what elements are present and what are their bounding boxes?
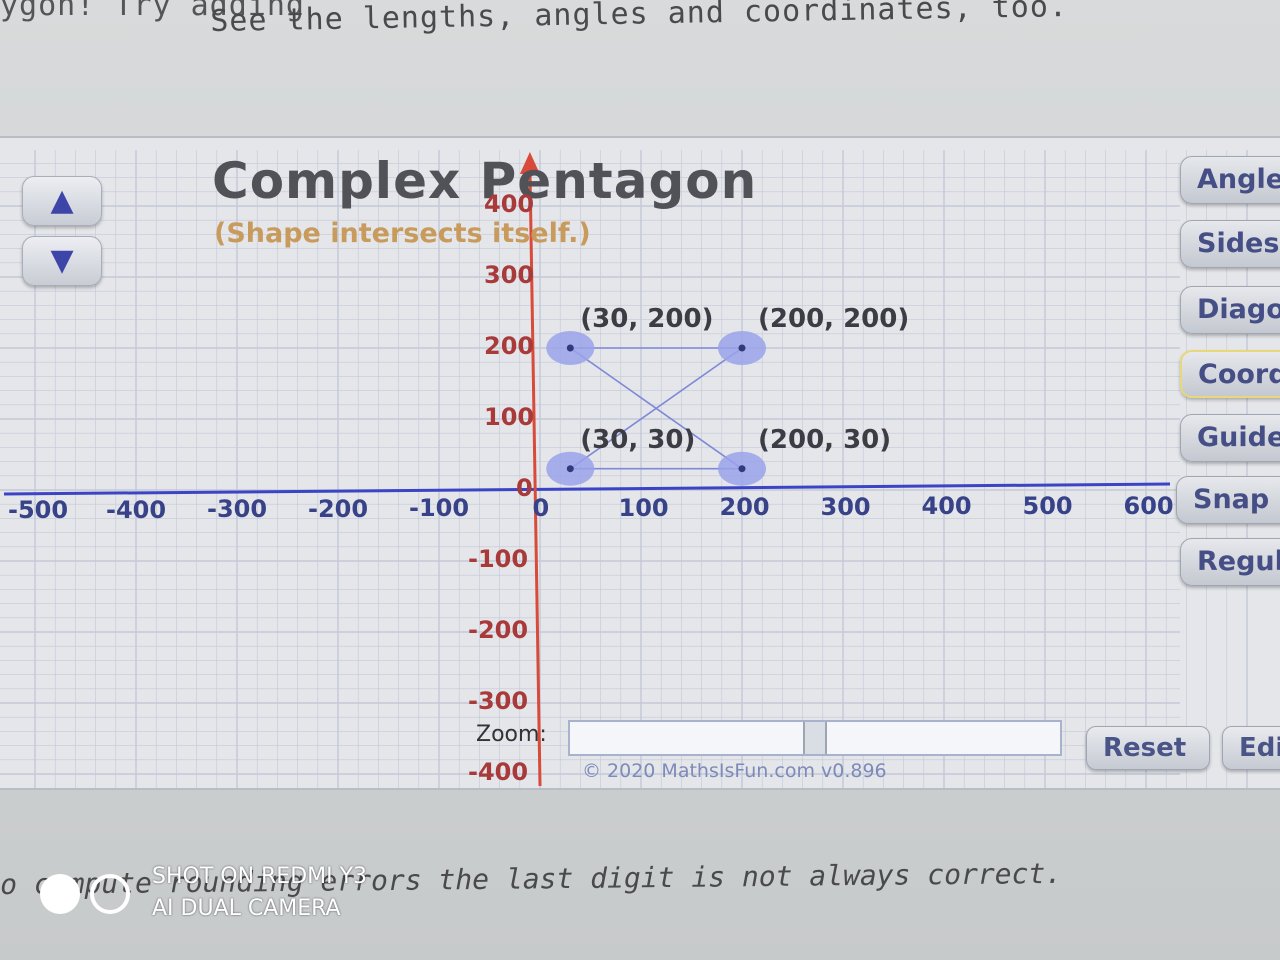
y-tick-label: -200 — [468, 616, 529, 644]
y-tick-label: 300 — [484, 261, 535, 289]
y-tick-label: -300 — [468, 687, 529, 715]
watermark-line2: AI DUAL CAMERA — [152, 896, 341, 921]
x-tick-label: 300 — [820, 492, 871, 521]
x-tick-label: -200 — [308, 494, 369, 523]
shape-prev-button[interactable]: ▲ — [22, 176, 102, 226]
vertex-coordinate-label: (30, 30) — [580, 424, 696, 455]
side-button-coordinates[interactable]: Coordinates — [1180, 350, 1280, 398]
vertex-coordinate-label: (30, 200) — [580, 304, 714, 334]
y-tick-label: 200 — [484, 332, 535, 360]
coordinate-graph[interactable] — [0, 0, 1280, 960]
y-tick-label: 400 — [484, 190, 535, 218]
side-button-angles[interactable]: Angles — [1180, 156, 1280, 204]
zoom-label: Zoom: — [476, 722, 547, 747]
side-button-regular[interactable]: Regular — [1180, 538, 1280, 586]
triangle-up-icon: ▲ — [50, 183, 74, 218]
x-tick-label: 0 — [532, 494, 550, 522]
copyright-text: © 2020 MathsIsFun.com v0.896 — [582, 760, 887, 782]
vertex-point — [738, 344, 746, 352]
x-tick-label: -100 — [409, 494, 470, 523]
edit-button[interactable]: Edit — [1222, 726, 1280, 770]
x-tick-label: -500 — [8, 496, 69, 524]
x-tick-label: 400 — [921, 492, 972, 521]
x-tick-label: 500 — [1022, 492, 1073, 520]
x-tick-label: 200 — [719, 493, 770, 522]
watermark-dot-icon — [40, 874, 80, 914]
vertex-point — [738, 465, 746, 473]
vertex-coordinate-label: (200, 30) — [758, 424, 892, 455]
shape-next-button[interactable]: ▼ — [22, 236, 102, 286]
x-tick-label: 100 — [618, 493, 669, 522]
side-button-guides[interactable]: Guides — [1180, 414, 1280, 462]
y-tick-label: 100 — [484, 403, 535, 431]
x-tick-label: -300 — [207, 495, 268, 524]
x-tick-label: -400 — [106, 495, 167, 524]
side-button-diagonals[interactable]: Diagonals — [1180, 286, 1280, 334]
zoom-slider[interactable] — [568, 720, 1062, 756]
vertex-coordinate-label: (200, 200) — [758, 304, 910, 334]
vertex-point — [566, 465, 574, 473]
reset-button[interactable]: Reset — [1086, 726, 1210, 770]
triangle-down-icon: ▼ — [50, 243, 74, 278]
y-tick-label: -100 — [468, 545, 529, 573]
side-button-sides[interactable]: Sides — [1180, 220, 1280, 268]
x-tick-label: 600 — [1123, 491, 1174, 520]
x-axis-line — [3, 482, 1171, 496]
watermark-ring-icon — [90, 874, 130, 914]
y-tick-label: -400 — [468, 758, 529, 786]
zoom-slider-thumb[interactable] — [803, 722, 827, 754]
camera-watermark: SHOT ON REDMI Y3 AI DUAL CAMERA — [40, 864, 400, 926]
watermark-line1: SHOT ON REDMI Y3 — [152, 864, 368, 889]
shape-subtitle: (Shape intersects itself.) — [214, 218, 591, 249]
side-button-snap[interactable]: Snap — [1176, 476, 1280, 524]
y-tick-label: 0 — [516, 474, 533, 502]
vertex-point — [566, 344, 574, 352]
